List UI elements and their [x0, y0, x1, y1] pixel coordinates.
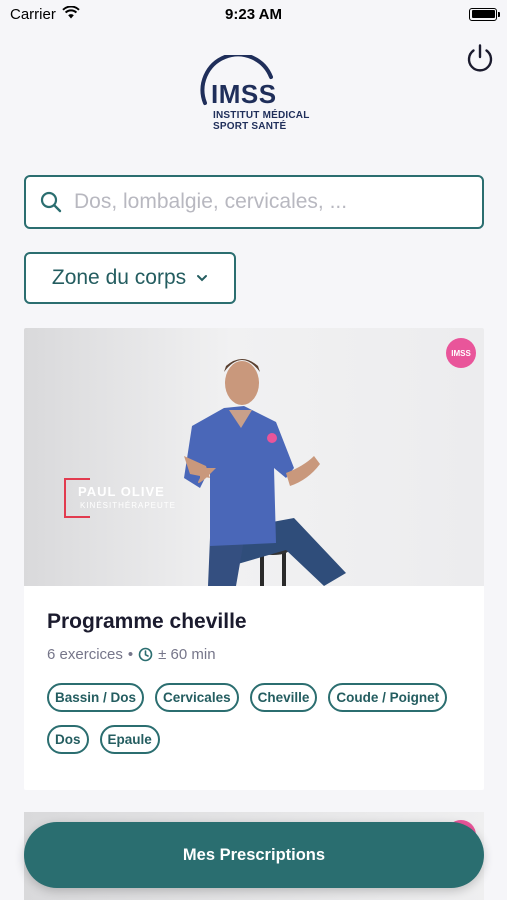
tag-dos[interactable]: Dos	[47, 725, 89, 754]
carrier-label: Carrier	[10, 5, 56, 23]
tag-epaule[interactable]: Epaule	[99, 725, 160, 754]
presenter-illustration	[184, 359, 346, 586]
tag-coude-poignet[interactable]: Coude / Poignet	[328, 683, 448, 712]
logo-subtitle: INSTITUT MÉDICAL SPORT SANTÉ	[213, 110, 310, 132]
logo-line-2: SPORT SANTÉ	[213, 121, 287, 132]
card-body: Programme cheville 6 exercices • ± 60 mi…	[24, 586, 484, 778]
presenter-name: PAUL OLIVE	[78, 484, 165, 499]
body-zone-dropdown[interactable]: Zone du corps	[24, 252, 236, 304]
program-title: Programme cheville	[47, 610, 247, 633]
clock-icon	[138, 647, 153, 662]
prescriptions-button[interactable]: Mes Prescriptions	[24, 822, 484, 888]
program-card[interactable]: IMSS PAUL OLIVE KINÉSITHÉRAPEUTE Program…	[24, 328, 484, 790]
body-zone-label: Zone du corps	[51, 266, 187, 289]
tag-cervicales[interactable]: Cervicales	[155, 683, 239, 712]
exercise-count: 6 exercices	[47, 646, 123, 663]
search-input[interactable]	[74, 190, 482, 214]
search-field[interactable]	[24, 175, 484, 229]
tag-cheville[interactable]: Cheville	[249, 683, 318, 712]
wifi-icon	[62, 5, 80, 23]
program-duration: ± 60 min	[158, 646, 216, 663]
tag-list: Bassin / Dos Cervicales Cheville Coude /…	[47, 683, 461, 754]
logo-title: IMSS	[211, 79, 277, 109]
status-bar: Carrier 9:23 AM	[0, 0, 507, 28]
battery-icon	[469, 7, 500, 21]
meta-separator: •	[127, 646, 134, 663]
imss-logo: IMSS INSTITUT MÉDICAL SPORT SANTÉ	[199, 55, 314, 135]
presenter-role: KINÉSITHÉRAPEUTE	[80, 501, 177, 510]
tag-bassin-dos[interactable]: Bassin / Dos	[47, 683, 145, 712]
program-thumbnail[interactable]: IMSS PAUL OLIVE KINÉSITHÉRAPEUTE	[24, 328, 484, 586]
power-icon	[467, 44, 493, 72]
status-left: Carrier	[10, 5, 80, 23]
imss-badge: IMSS	[446, 338, 476, 368]
logo-line-1: INSTITUT MÉDICAL	[213, 110, 310, 121]
search-icon	[40, 191, 62, 213]
presenter-nameplate: PAUL OLIVE KINÉSITHÉRAPEUTE	[64, 478, 244, 518]
program-meta: 6 exercices • ± 60 min	[47, 646, 461, 663]
chevron-down-icon	[197, 275, 208, 282]
power-button[interactable]	[464, 42, 496, 74]
